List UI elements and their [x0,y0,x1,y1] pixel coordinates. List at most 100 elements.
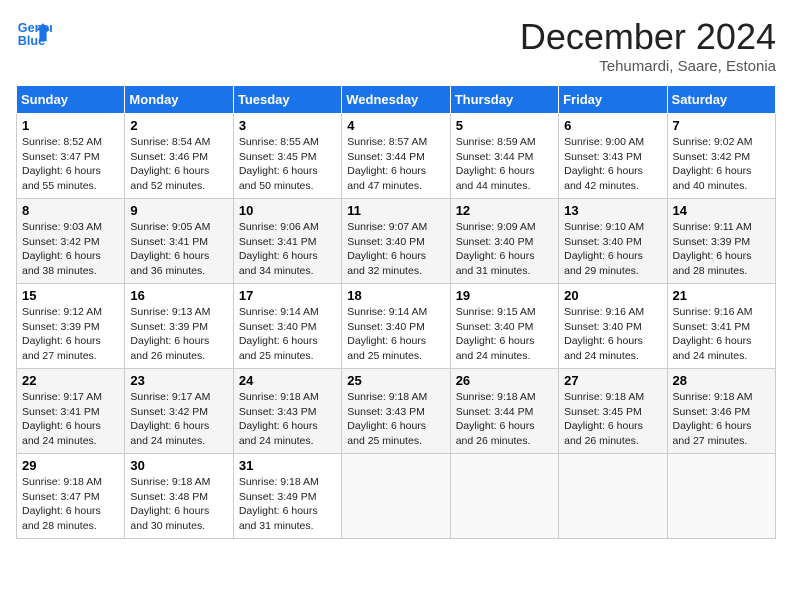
day-number: 1 [22,118,119,133]
day-number: 26 [456,373,553,388]
day-info: Sunrise: 9:07 AMSunset: 3:40 PMDaylight:… [347,221,427,277]
day-cell: 17 Sunrise: 9:14 AMSunset: 3:40 PMDaylig… [233,284,341,369]
day-info: Sunrise: 9:16 AMSunset: 3:41 PMDaylight:… [673,306,753,362]
day-number: 6 [564,118,661,133]
weekday-header-saturday: Saturday [667,86,775,114]
day-number: 8 [22,203,119,218]
day-cell: 19 Sunrise: 9:15 AMSunset: 3:40 PMDaylig… [450,284,558,369]
day-info: Sunrise: 9:13 AMSunset: 3:39 PMDaylight:… [130,306,210,362]
day-number: 2 [130,118,227,133]
day-cell: 2 Sunrise: 8:54 AMSunset: 3:46 PMDayligh… [125,114,233,199]
day-cell: 20 Sunrise: 9:16 AMSunset: 3:40 PMDaylig… [559,284,667,369]
day-number: 13 [564,203,661,218]
weekday-header-friday: Friday [559,86,667,114]
day-info: Sunrise: 9:18 AMSunset: 3:46 PMDaylight:… [673,391,753,447]
weekday-header-row: SundayMondayTuesdayWednesdayThursdayFrid… [17,86,776,114]
day-cell: 1 Sunrise: 8:52 AMSunset: 3:47 PMDayligh… [17,114,125,199]
day-number: 16 [130,288,227,303]
weekday-header-thursday: Thursday [450,86,558,114]
day-cell: 26 Sunrise: 9:18 AMSunset: 3:44 PMDaylig… [450,369,558,454]
day-info: Sunrise: 9:18 AMSunset: 3:43 PMDaylight:… [347,391,427,447]
title-block: December 2024 Tehumardi, Saare, Estonia [520,16,776,75]
day-info: Sunrise: 8:57 AMSunset: 3:44 PMDaylight:… [347,136,427,192]
day-number: 4 [347,118,444,133]
day-number: 10 [239,203,336,218]
day-info: Sunrise: 9:02 AMSunset: 3:42 PMDaylight:… [673,136,753,192]
logo: General Blue [16,16,52,52]
day-cell: 15 Sunrise: 9:12 AMSunset: 3:39 PMDaylig… [17,284,125,369]
weekday-header-monday: Monday [125,86,233,114]
day-number: 15 [22,288,119,303]
day-cell: 13 Sunrise: 9:10 AMSunset: 3:40 PMDaylig… [559,199,667,284]
day-cell: 3 Sunrise: 8:55 AMSunset: 3:45 PMDayligh… [233,114,341,199]
day-number: 21 [673,288,770,303]
logo-icon: General Blue [16,16,52,52]
day-info: Sunrise: 9:18 AMSunset: 3:44 PMDaylight:… [456,391,536,447]
day-number: 31 [239,458,336,473]
day-number: 7 [673,118,770,133]
day-cell: 14 Sunrise: 9:11 AMSunset: 3:39 PMDaylig… [667,199,775,284]
day-cell: 7 Sunrise: 9:02 AMSunset: 3:42 PMDayligh… [667,114,775,199]
calendar-table: SundayMondayTuesdayWednesdayThursdayFrid… [16,85,776,539]
day-number: 19 [456,288,553,303]
day-info: Sunrise: 9:17 AMSunset: 3:41 PMDaylight:… [22,391,102,447]
day-number: 3 [239,118,336,133]
day-number: 25 [347,373,444,388]
week-row-1: 1 Sunrise: 8:52 AMSunset: 3:47 PMDayligh… [17,114,776,199]
day-cell: 21 Sunrise: 9:16 AMSunset: 3:41 PMDaylig… [667,284,775,369]
month-title: December 2024 [520,16,776,58]
day-cell [559,454,667,539]
day-info: Sunrise: 9:12 AMSunset: 3:39 PMDaylight:… [22,306,102,362]
weekday-header-tuesday: Tuesday [233,86,341,114]
day-info: Sunrise: 8:52 AMSunset: 3:47 PMDaylight:… [22,136,102,192]
day-cell: 10 Sunrise: 9:06 AMSunset: 3:41 PMDaylig… [233,199,341,284]
weekday-header-wednesday: Wednesday [342,86,450,114]
day-cell: 5 Sunrise: 8:59 AMSunset: 3:44 PMDayligh… [450,114,558,199]
day-info: Sunrise: 9:15 AMSunset: 3:40 PMDaylight:… [456,306,536,362]
day-cell [342,454,450,539]
day-info: Sunrise: 9:14 AMSunset: 3:40 PMDaylight:… [239,306,319,362]
day-cell: 8 Sunrise: 9:03 AMSunset: 3:42 PMDayligh… [17,199,125,284]
day-cell: 18 Sunrise: 9:14 AMSunset: 3:40 PMDaylig… [342,284,450,369]
day-number: 24 [239,373,336,388]
day-cell: 27 Sunrise: 9:18 AMSunset: 3:45 PMDaylig… [559,369,667,454]
day-cell: 4 Sunrise: 8:57 AMSunset: 3:44 PMDayligh… [342,114,450,199]
day-cell: 6 Sunrise: 9:00 AMSunset: 3:43 PMDayligh… [559,114,667,199]
day-info: Sunrise: 9:18 AMSunset: 3:43 PMDaylight:… [239,391,319,447]
day-cell: 9 Sunrise: 9:05 AMSunset: 3:41 PMDayligh… [125,199,233,284]
day-number: 12 [456,203,553,218]
day-info: Sunrise: 9:03 AMSunset: 3:42 PMDaylight:… [22,221,102,277]
day-info: Sunrise: 9:18 AMSunset: 3:48 PMDaylight:… [130,476,210,532]
day-number: 5 [456,118,553,133]
day-info: Sunrise: 8:54 AMSunset: 3:46 PMDaylight:… [130,136,210,192]
day-cell: 22 Sunrise: 9:17 AMSunset: 3:41 PMDaylig… [17,369,125,454]
week-row-2: 8 Sunrise: 9:03 AMSunset: 3:42 PMDayligh… [17,199,776,284]
day-cell: 30 Sunrise: 9:18 AMSunset: 3:48 PMDaylig… [125,454,233,539]
day-cell: 25 Sunrise: 9:18 AMSunset: 3:43 PMDaylig… [342,369,450,454]
day-cell: 23 Sunrise: 9:17 AMSunset: 3:42 PMDaylig… [125,369,233,454]
day-info: Sunrise: 9:09 AMSunset: 3:40 PMDaylight:… [456,221,536,277]
day-info: Sunrise: 8:59 AMSunset: 3:44 PMDaylight:… [456,136,536,192]
day-info: Sunrise: 9:17 AMSunset: 3:42 PMDaylight:… [130,391,210,447]
day-number: 9 [130,203,227,218]
day-info: Sunrise: 9:06 AMSunset: 3:41 PMDaylight:… [239,221,319,277]
day-number: 29 [22,458,119,473]
location: Tehumardi, Saare, Estonia [520,58,776,75]
day-cell: 29 Sunrise: 9:18 AMSunset: 3:47 PMDaylig… [17,454,125,539]
day-number: 27 [564,373,661,388]
day-cell: 16 Sunrise: 9:13 AMSunset: 3:39 PMDaylig… [125,284,233,369]
day-cell: 31 Sunrise: 9:18 AMSunset: 3:49 PMDaylig… [233,454,341,539]
day-info: Sunrise: 9:18 AMSunset: 3:49 PMDaylight:… [239,476,319,532]
day-info: Sunrise: 9:05 AMSunset: 3:41 PMDaylight:… [130,221,210,277]
day-info: Sunrise: 9:18 AMSunset: 3:47 PMDaylight:… [22,476,102,532]
day-cell: 11 Sunrise: 9:07 AMSunset: 3:40 PMDaylig… [342,199,450,284]
day-info: Sunrise: 8:55 AMSunset: 3:45 PMDaylight:… [239,136,319,192]
week-row-4: 22 Sunrise: 9:17 AMSunset: 3:41 PMDaylig… [17,369,776,454]
day-info: Sunrise: 9:00 AMSunset: 3:43 PMDaylight:… [564,136,644,192]
week-row-5: 29 Sunrise: 9:18 AMSunset: 3:47 PMDaylig… [17,454,776,539]
day-number: 14 [673,203,770,218]
day-number: 17 [239,288,336,303]
weekday-header-sunday: Sunday [17,86,125,114]
day-number: 11 [347,203,444,218]
day-info: Sunrise: 9:16 AMSunset: 3:40 PMDaylight:… [564,306,644,362]
